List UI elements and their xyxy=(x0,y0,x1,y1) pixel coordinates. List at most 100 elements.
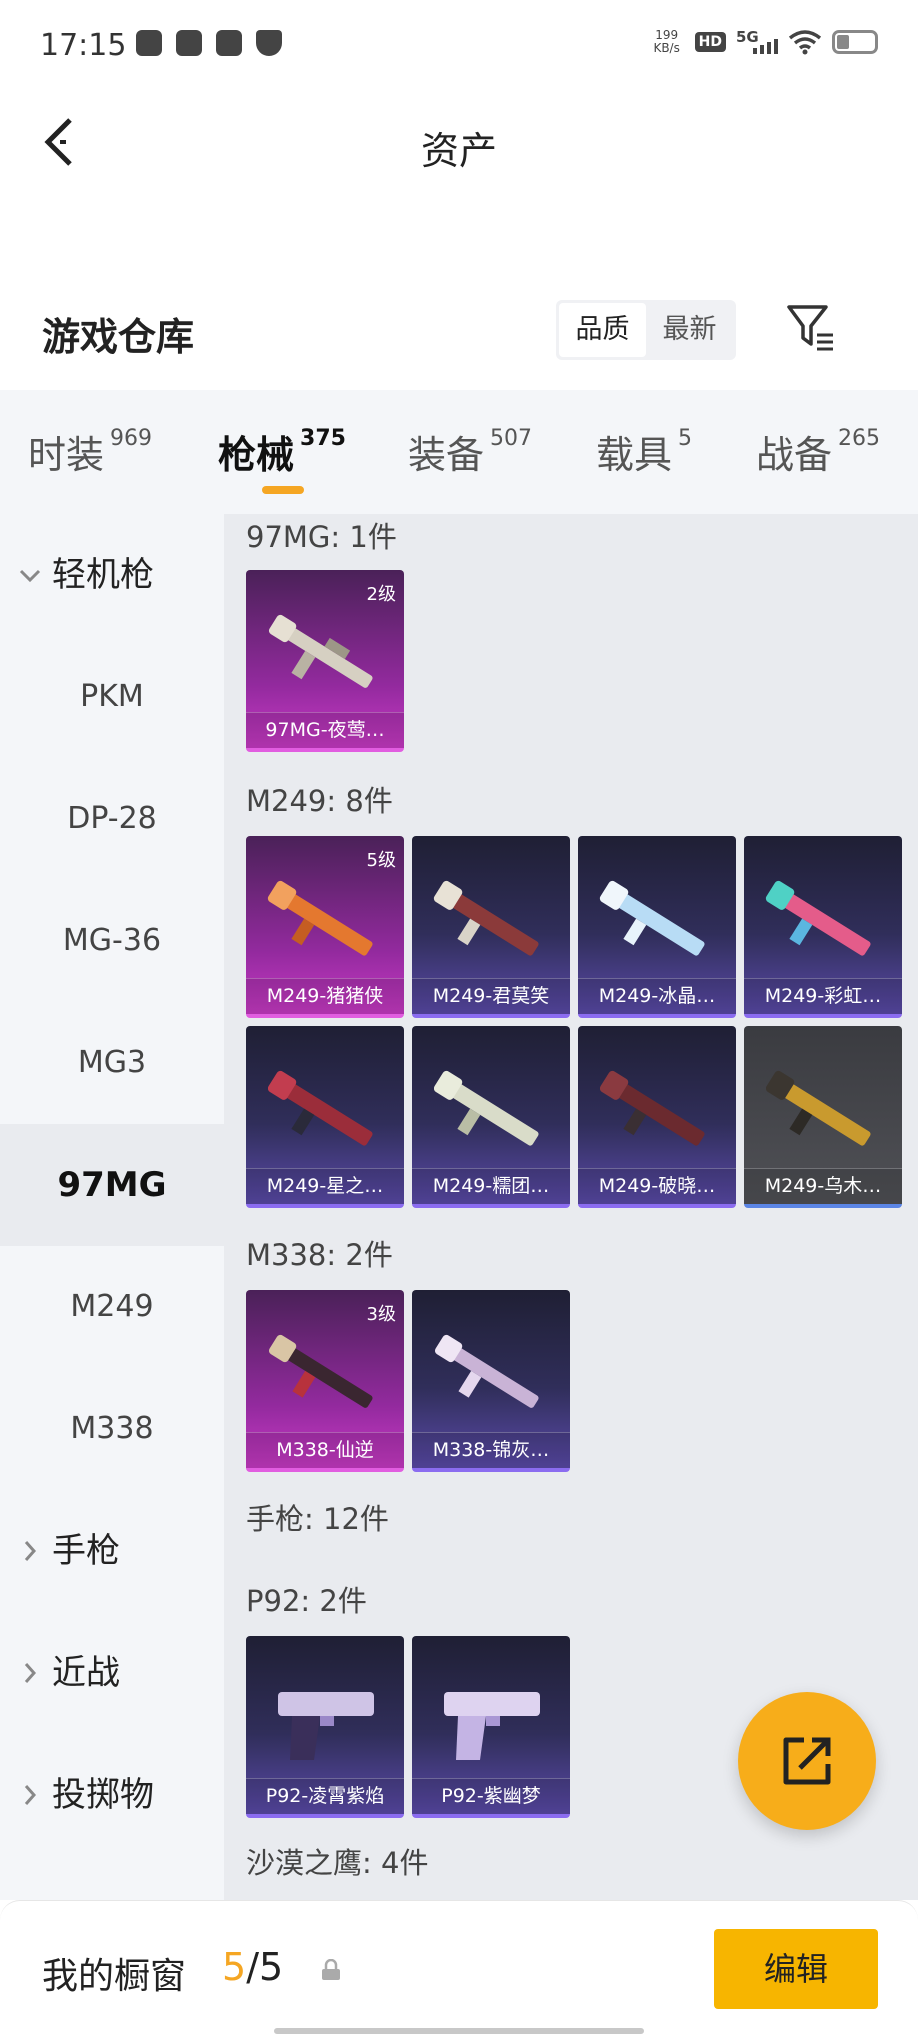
showcase-count: 5/5 xyxy=(222,1945,283,1989)
wifi-icon xyxy=(788,30,822,55)
item-card[interactable]: M249-君莫笑 xyxy=(412,836,570,1018)
category-tabs: 时装 969 枪械 375 装备 507 载具 5 战备 265 xyxy=(0,390,918,514)
signal-icon: 5G xyxy=(736,28,778,56)
sidebar-group-lmg[interactable]: 轻机枪 xyxy=(0,514,224,636)
item-card[interactable]: M338-锦灰… xyxy=(412,1290,570,1472)
tab-equipment[interactable]: 装备 507 xyxy=(408,424,532,479)
showcase-bar: 我的橱窗 5/5 编辑 xyxy=(0,1900,918,2040)
robot-icon xyxy=(176,30,202,56)
tab-label: 时装 xyxy=(28,433,105,477)
external-link-icon xyxy=(783,1737,831,1785)
sort-newest-button[interactable]: 最新 xyxy=(646,303,733,357)
rifle-icon xyxy=(433,880,539,956)
item-card[interactable]: M249-彩虹… xyxy=(744,836,902,1018)
hd-icon: HD xyxy=(694,32,726,52)
sidebar-group-melee[interactable]: 近战 xyxy=(0,1612,224,1734)
showcase-separator: / xyxy=(246,1945,259,1989)
tab-guns[interactable]: 枪械 375 xyxy=(218,424,346,479)
sidebar: 轻机枪 PKM DP-28 MG-36 MG3 97MG M249 M338 手… xyxy=(0,514,224,1900)
sidebar-group-throwables[interactable]: 投掷物 xyxy=(0,1734,224,1856)
item-name: M249-冰晶… xyxy=(578,978,736,1014)
item-card[interactable]: 5级 M249-猪猪侠 xyxy=(246,836,404,1018)
item-card[interactable]: 3级 M338-仙逆 xyxy=(246,1290,404,1472)
app-icon xyxy=(216,30,242,56)
item-card[interactable]: M249-冰晶… xyxy=(578,836,736,1018)
sidebar-group-label: 近战 xyxy=(52,1653,120,1693)
item-card[interactable]: M249-破晓… xyxy=(578,1026,736,1208)
item-card[interactable]: M249-乌木… xyxy=(744,1026,902,1208)
tab-label: 装备 xyxy=(408,433,485,477)
sidebar-group-pistol[interactable]: 手枪 xyxy=(0,1490,224,1612)
item-card[interactable]: M249-星之… xyxy=(246,1026,404,1208)
tab-fashion[interactable]: 时装 969 xyxy=(28,424,152,479)
item-name: M338-锦灰… xyxy=(412,1432,570,1468)
item-name: M249-星之… xyxy=(246,1168,404,1204)
item-name: 97MG-夜莺… xyxy=(246,712,404,748)
filter-icon[interactable] xyxy=(786,302,838,354)
rifle-icon xyxy=(765,1070,871,1146)
section-title: 97MG: 1件 xyxy=(246,520,397,554)
pistol-icon xyxy=(278,1692,374,1760)
item-name: M249-乌木… xyxy=(744,1168,902,1204)
sidebar-item-97mg[interactable]: 97MG xyxy=(0,1124,224,1246)
tab-vehicles[interactable]: 载具 5 xyxy=(596,424,692,479)
item-name: M249-彩虹… xyxy=(744,978,902,1014)
rifle-icon xyxy=(268,614,373,688)
home-indicator xyxy=(274,2028,644,2034)
sidebar-item-mg36[interactable]: MG-36 xyxy=(0,880,224,1002)
sidebar-item-mg3[interactable]: MG3 xyxy=(0,1002,224,1124)
item-name: M249-糯团… xyxy=(412,1168,570,1204)
notification-icons xyxy=(136,30,282,56)
sort-quality-button[interactable]: 品质 xyxy=(559,303,646,357)
rifle-icon xyxy=(434,1334,539,1408)
system-icons: 199 KB/s HD 5G xyxy=(649,28,878,56)
status-bar: 17:15 199 KB/s HD 5G xyxy=(0,0,918,92)
lock-icon xyxy=(322,1959,340,1980)
sidebar-group-label: 轻机枪 xyxy=(52,555,154,595)
sidebar-item-m249[interactable]: M249 xyxy=(0,1246,224,1368)
item-name: P92-紫幽梦 xyxy=(412,1778,570,1814)
message-icon xyxy=(136,30,162,56)
item-card[interactable]: M249-糯团… xyxy=(412,1026,570,1208)
rifle-icon xyxy=(268,1334,373,1408)
tab-label: 枪械 xyxy=(218,433,295,477)
sidebar-item-dp28[interactable]: DP-28 xyxy=(0,758,224,880)
header: 资产 xyxy=(0,92,918,188)
tab-count: 265 xyxy=(838,426,881,451)
sort-toggle: 品质 最新 xyxy=(556,300,736,360)
tab-label: 载具 xyxy=(596,433,673,477)
rifle-icon xyxy=(267,880,373,956)
section-title: P92: 2件 xyxy=(246,1584,367,1618)
share-button[interactable] xyxy=(738,1692,876,1830)
sidebar-group-label: 手枪 xyxy=(52,1531,120,1571)
item-card[interactable]: P92-紫幽梦 xyxy=(412,1636,570,1818)
item-name: M249-君莫笑 xyxy=(412,978,570,1014)
warehouse-title: 游戏仓库 xyxy=(42,315,195,359)
item-card[interactable]: 2级 97MG-夜莺… xyxy=(246,570,404,752)
network-speed: 199 KB/s xyxy=(649,29,685,55)
showcase-total: 5 xyxy=(259,1945,284,1989)
tab-count: 969 xyxy=(110,426,153,451)
showcase-current: 5 xyxy=(222,1945,247,1989)
section-title: M249: 8件 xyxy=(246,784,393,818)
chevron-right-icon xyxy=(24,1785,37,1805)
tab-supplies[interactable]: 战备 265 xyxy=(756,424,880,479)
item-card[interactable]: P92-凌霄紫焰 xyxy=(246,1636,404,1818)
rifle-icon xyxy=(599,1070,705,1146)
speed-unit: KB/s xyxy=(653,41,680,55)
rifle-icon xyxy=(433,1070,539,1146)
section-title: M338: 2件 xyxy=(246,1238,393,1272)
item-name: M249-猪猪侠 xyxy=(246,978,404,1014)
sidebar-item-pkm[interactable]: PKM xyxy=(0,636,224,758)
section-title: 沙漠之鹰: 4件 xyxy=(246,1846,429,1880)
item-name: M249-破晓… xyxy=(578,1168,736,1204)
section-title: 手枪: 12件 xyxy=(246,1502,389,1536)
rifle-icon xyxy=(267,1070,373,1146)
pistol-icon xyxy=(444,1692,540,1760)
showcase-label: 我的橱窗 xyxy=(42,1956,187,1997)
tab-indicator xyxy=(262,486,304,494)
edit-button[interactable]: 编辑 xyxy=(714,1929,878,2009)
shield-icon xyxy=(256,30,282,56)
rifle-icon xyxy=(599,880,705,956)
sidebar-item-m338[interactable]: M338 xyxy=(0,1368,224,1490)
